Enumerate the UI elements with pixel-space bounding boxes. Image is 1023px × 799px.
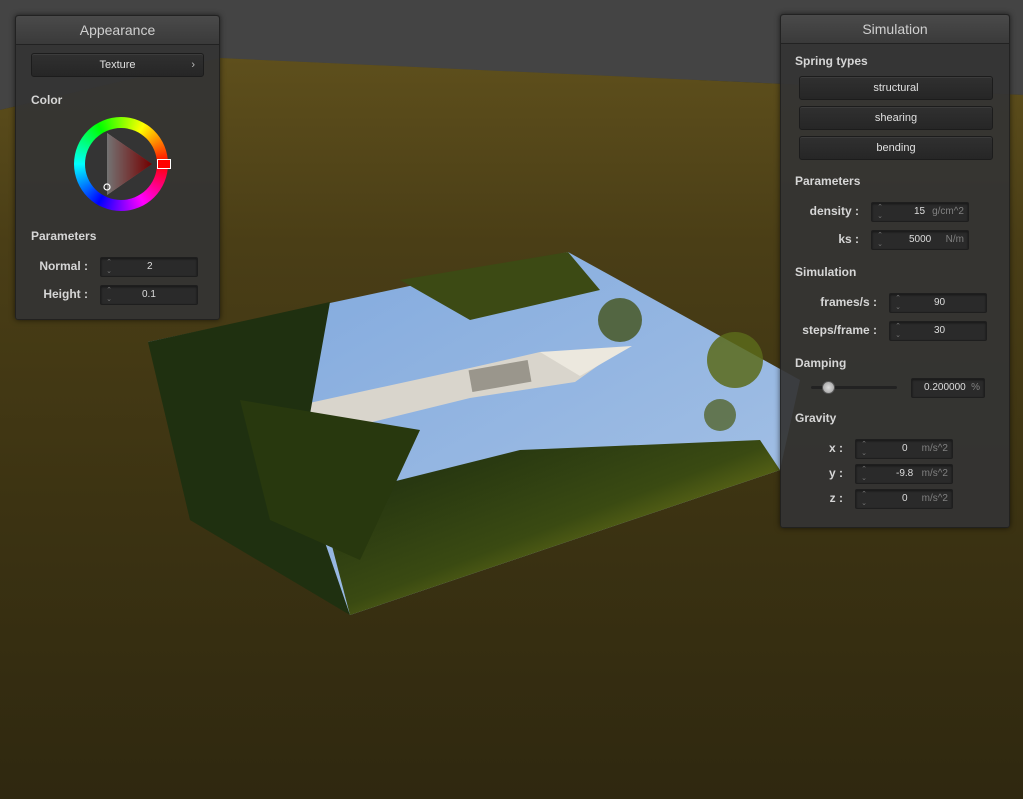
height-label: Height : [43, 287, 88, 301]
gravity-y-value: -9.8 [896, 468, 914, 479]
spinner-icon[interactable]: ⌃ ⌄ [894, 294, 902, 312]
damping-value: 0.200000 [924, 382, 966, 393]
texture-button-label: Texture [99, 59, 136, 71]
appearance-panel: Appearance Texture › Color Parameters No… [15, 15, 220, 320]
color-wheel-picker[interactable] [74, 117, 171, 211]
hue-selector-handle[interactable] [157, 159, 171, 169]
chevron-right-icon: › [191, 59, 195, 71]
normal-input[interactable]: ⌃ ⌄ 2 [100, 257, 198, 277]
gravity-z-value: 0 [902, 493, 908, 504]
spinner-icon[interactable]: ⌃ ⌄ [860, 440, 868, 458]
spinner-icon[interactable]: ⌃ ⌄ [876, 231, 884, 249]
density-unit: g/cm^2 [932, 206, 964, 217]
gravity-z-label: z : [829, 491, 843, 505]
density-value: 15 [914, 206, 926, 217]
fps-label: frames/s : [820, 295, 877, 309]
bending-button[interactable]: bending [799, 136, 993, 160]
gravity-x-value: 0 [902, 443, 908, 454]
spring-types-label: Spring types [795, 54, 868, 68]
damping-slider-knob[interactable] [822, 381, 836, 394]
spinner-icon[interactable]: ⌃ ⌄ [860, 490, 868, 508]
normal-value: 2 [147, 261, 153, 272]
fps-value: 90 [934, 297, 946, 308]
shearing-button[interactable]: shearing [799, 106, 993, 130]
simulation-panel: Simulation Spring types structural shear… [780, 14, 1010, 528]
density-input[interactable]: ⌃ ⌄ 15 g/cm^2 [871, 202, 969, 222]
gravity-y-unit: m/s^2 [921, 468, 948, 479]
steps-value: 30 [934, 325, 946, 336]
gravity-x-unit: m/s^2 [921, 443, 948, 454]
density-label: density : [809, 204, 859, 218]
color-section-label: Color [31, 93, 63, 107]
normal-label: Normal : [39, 259, 88, 273]
damping-input[interactable]: 0.200000 % [911, 378, 985, 398]
appearance-panel-title: Appearance [16, 16, 219, 45]
gravity-z-unit: m/s^2 [921, 493, 948, 504]
ks-input[interactable]: ⌃ ⌄ 5000 N/m [871, 230, 969, 250]
damping-unit: % [971, 382, 980, 393]
height-input[interactable]: ⌃ ⌄ 0.1 [100, 285, 198, 305]
structural-button[interactable]: structural [799, 76, 993, 100]
gravity-x-input[interactable]: ⌃ ⌄ 0 m/s^2 [855, 439, 953, 459]
sim-parameters-label: Parameters [795, 174, 861, 188]
steps-label: steps/frame : [802, 323, 877, 337]
texture-button[interactable]: Texture › [31, 53, 204, 77]
height-value: 0.1 [142, 289, 156, 300]
ks-value: 5000 [909, 234, 932, 245]
gravity-y-input[interactable]: ⌃ ⌄ -9.8 m/s^2 [855, 464, 953, 484]
gravity-label: Gravity [795, 411, 837, 425]
ks-unit: N/m [945, 234, 964, 245]
ks-label: ks : [838, 232, 859, 246]
spinner-icon[interactable]: ⌃ ⌄ [860, 465, 868, 483]
spinner-icon[interactable]: ⌃ ⌄ [105, 258, 113, 276]
gravity-z-input[interactable]: ⌃ ⌄ 0 m/s^2 [855, 489, 953, 509]
steps-input[interactable]: ⌃ ⌄ 30 [889, 321, 987, 341]
gravity-x-label: x : [828, 441, 843, 455]
spinner-icon[interactable]: ⌃ ⌄ [876, 203, 884, 221]
spinner-icon[interactable]: ⌃ ⌄ [894, 322, 902, 340]
simulation-section-label: Simulation [795, 265, 857, 279]
damping-label: Damping [795, 356, 847, 370]
spinner-icon[interactable]: ⌃ ⌄ [105, 286, 113, 304]
gravity-y-label: y : [828, 466, 843, 480]
fps-input[interactable]: ⌃ ⌄ 90 [889, 293, 987, 313]
appearance-parameters-label: Parameters [31, 229, 97, 243]
simulation-panel-title: Simulation [781, 15, 1009, 44]
